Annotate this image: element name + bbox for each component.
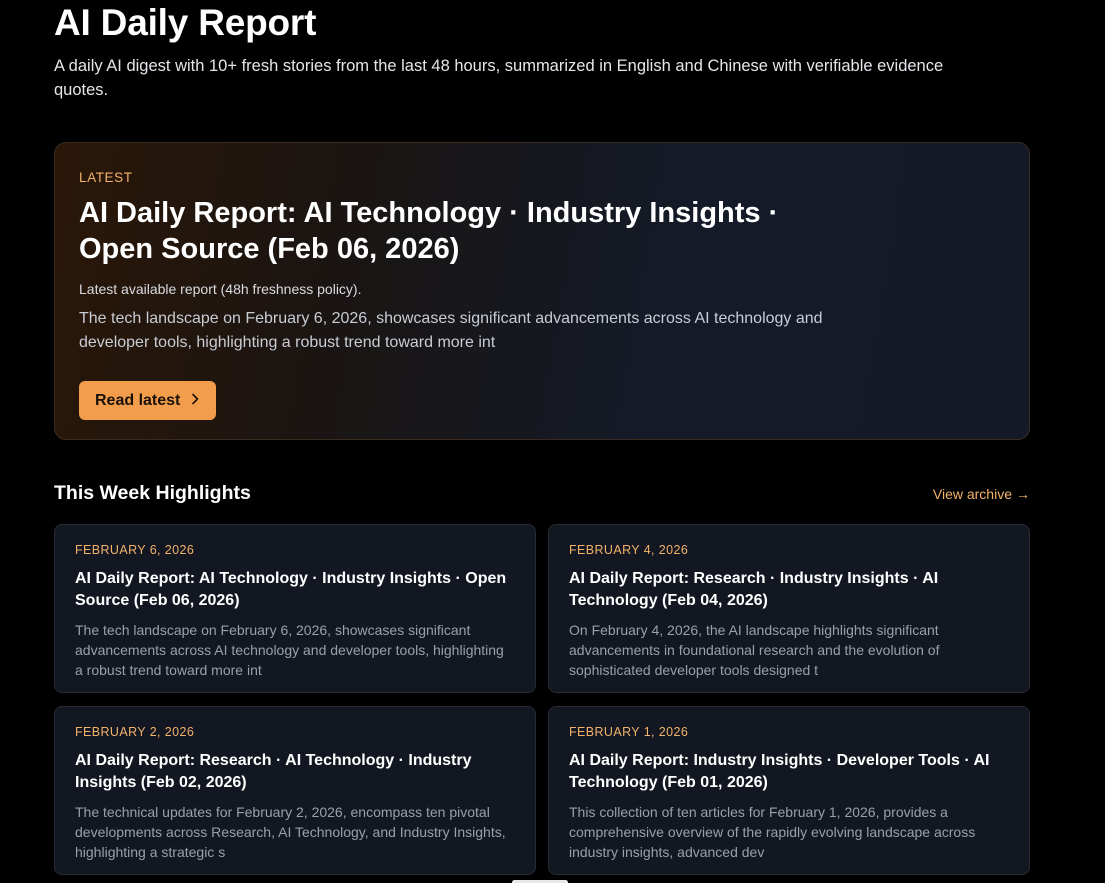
card-summary: On February 4, 2026, the AI landscape hi… — [569, 622, 940, 678]
latest-report-title[interactable]: AI Daily Report: AI Technology · Industr… — [79, 195, 839, 267]
card-summary: The technical updates for February 2, 20… — [75, 804, 506, 860]
highlights-header: This Week Highlights View archive → — [54, 482, 1030, 505]
card-date: FEBRUARY 1, 2026 — [569, 725, 689, 739]
view-archive-link[interactable]: View archive → — [933, 486, 1030, 502]
card-summary: The tech landscape on February 6, 2026, … — [75, 622, 504, 678]
highlight-card[interactable]: FEBRUARY 6, 2026 AI Daily Report: AI Tec… — [54, 524, 536, 693]
arrow-right-icon: → — [1016, 485, 1030, 502]
highlight-card[interactable]: FEBRUARY 2, 2026 AI Daily Report: Resear… — [54, 706, 536, 875]
highlights-title: This Week Highlights — [54, 482, 251, 504]
read-latest-button[interactable]: Read latest — [79, 381, 217, 420]
latest-eyebrow: LATEST — [79, 170, 133, 185]
card-date: FEBRUARY 6, 2026 — [75, 543, 195, 557]
card-title[interactable]: AI Daily Report: AI Technology · Industr… — [75, 568, 515, 612]
highlight-card[interactable]: FEBRUARY 4, 2026 AI Daily Report: Resear… — [548, 524, 1030, 693]
page: AI Daily Report A daily AI digest with 1… — [0, 0, 1105, 883]
freshness-note: Latest available report (48h freshness p… — [79, 281, 362, 297]
card-date: FEBRUARY 4, 2026 — [569, 543, 689, 557]
highlights-grid: FEBRUARY 6, 2026 AI Daily Report: AI Tec… — [54, 524, 1030, 875]
card-title[interactable]: AI Daily Report: Research · Industry Ins… — [569, 568, 1009, 612]
latest-report-hero: LATEST AI Daily Report: AI Technology · … — [54, 142, 1030, 440]
page-title: AI Daily Report — [54, 2, 317, 43]
view-archive-label: View archive — [932, 485, 1012, 502]
card-title[interactable]: AI Daily Report: Research · AI Technolog… — [75, 750, 515, 794]
card-summary: This collection of ten articles for Febr… — [569, 804, 976, 860]
chevron-right-icon — [190, 393, 200, 409]
card-title[interactable]: AI Daily Report: Industry Insights · Dev… — [569, 750, 1009, 794]
highlight-card[interactable]: FEBRUARY 1, 2026 AI Daily Report: Indust… — [548, 706, 1030, 875]
card-date: FEBRUARY 2, 2026 — [75, 725, 195, 739]
latest-report-summary: The tech landscape on February 6, 2026, … — [79, 310, 823, 351]
read-latest-label: Read latest — [95, 391, 181, 409]
page-subtitle: A daily AI digest with 10+ fresh stories… — [54, 57, 944, 99]
